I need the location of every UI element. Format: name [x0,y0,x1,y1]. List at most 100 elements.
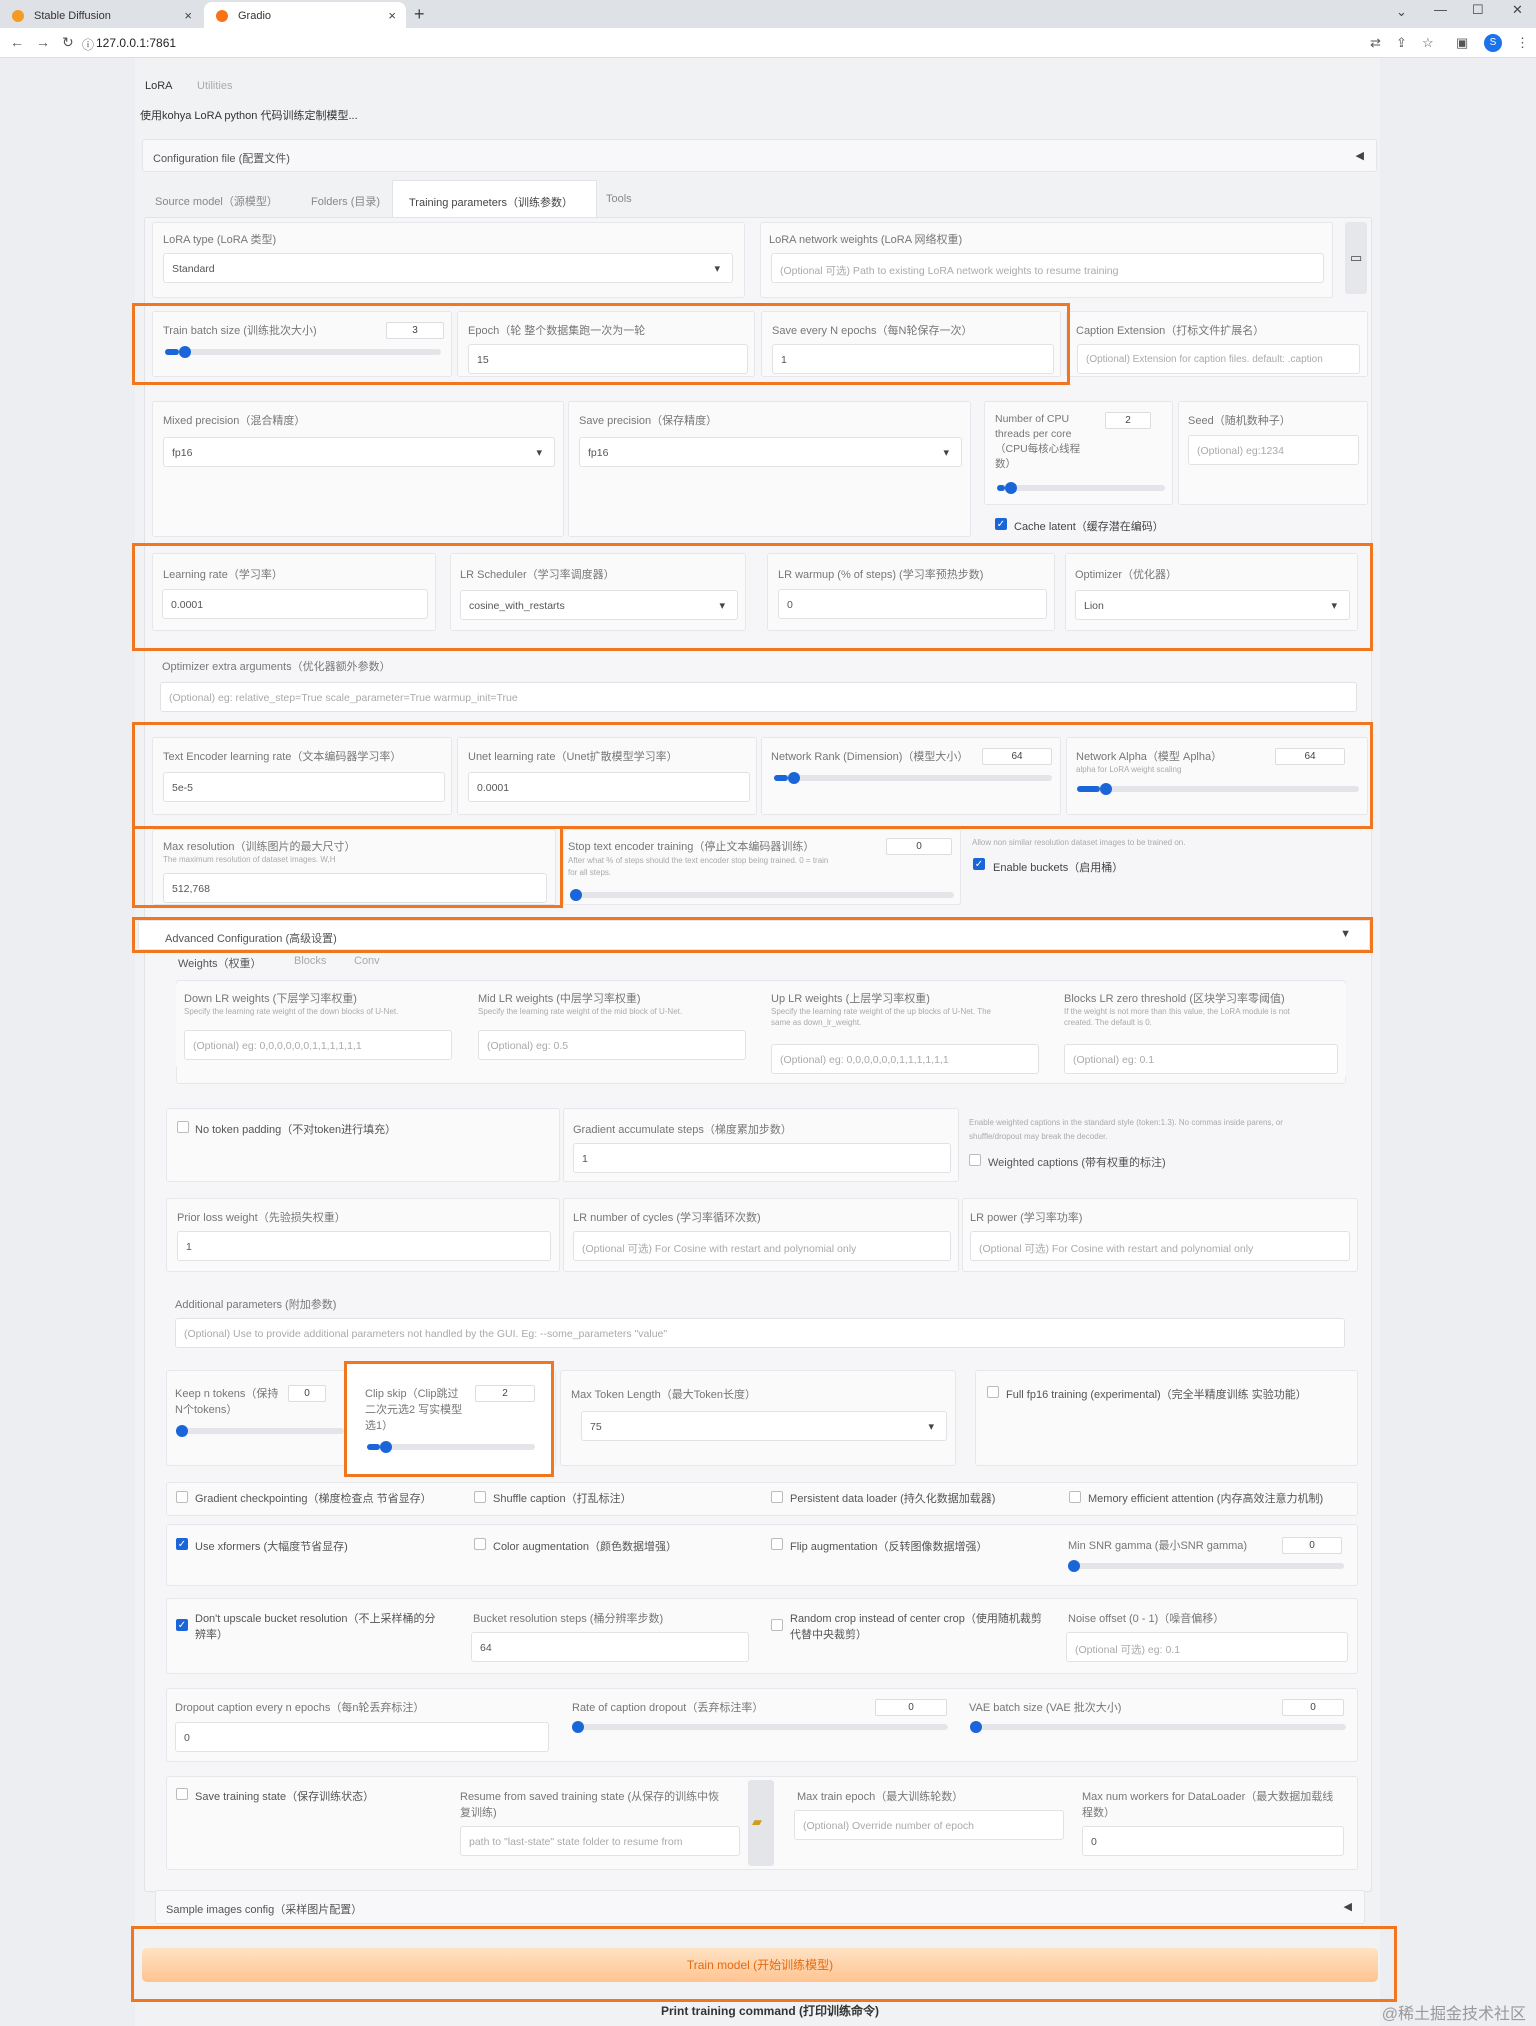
flip-aug-checkbox[interactable] [771,1538,783,1550]
save-precision-select[interactable]: fp16 [579,437,962,467]
seed-input[interactable]: (Optional) eg:1234 [1188,435,1359,465]
mem-eff-attn-checkbox[interactable] [1069,1491,1081,1503]
chevron-down-icon[interactable]: ⌄ [1396,4,1407,20]
config-file-accordion[interactable]: Configuration file (配置文件) ◀ [142,139,1377,172]
cpu-threads-slider[interactable] [997,482,1165,494]
maximize-icon[interactable]: ☐ [1472,2,1484,18]
min-snr-slider[interactable] [1068,1560,1344,1572]
slider-handle[interactable] [572,1721,584,1733]
minimize-icon[interactable]: — [1434,2,1447,17]
no-token-padding-checkbox[interactable] [177,1121,189,1133]
down-lr-input[interactable]: (Optional) eg: 0,0,0,0,0,0,1,1,1,1,1,1 [184,1030,452,1060]
url-text[interactable]: 127.0.0.1:7861 [96,36,176,50]
caption-ext-card: Caption Extension（打标文件扩展名） (Optional) Ex… [1066,311,1368,377]
up-lr-input[interactable]: (Optional) eg: 0,0,0,0,0,0,1,1,1,1,1,1 [771,1044,1039,1074]
max-train-epoch-label: Max train epoch（最大训练轮数） [797,1791,964,1803]
max-token-select[interactable]: 75 [581,1411,947,1441]
stop-text-encoder-slider[interactable] [570,889,954,901]
caption-dropout-rate-number[interactable]: 0 [875,1699,947,1716]
tab-weights[interactable]: Weights（权重） [178,955,262,971]
back-icon[interactable]: ← [10,34,24,50]
max-workers-input[interactable]: 0 [1082,1826,1344,1856]
bookmark-star-icon[interactable]: ☆ [1422,35,1434,51]
weighted-captions-checkbox[interactable] [969,1154,981,1166]
close-icon[interactable]: × [184,8,192,23]
save-state-checkbox[interactable] [176,1788,188,1800]
mixed-precision-select[interactable]: fp16 [163,437,555,467]
enable-buckets-checkbox[interactable]: ✓ [973,858,985,870]
stop-text-encoder-number[interactable]: 0 [886,838,952,855]
min-snr-number[interactable]: 0 [1282,1537,1342,1554]
slider-handle[interactable] [970,1721,982,1733]
persistent-loader-checkbox[interactable] [771,1491,783,1503]
slider-handle[interactable] [570,889,582,901]
forward-icon[interactable]: → [36,34,50,50]
mid-lr-input[interactable]: (Optional) eg: 0.5 [478,1030,746,1060]
tab-source-model[interactable]: Source model（源模型） [155,193,278,209]
use-xformers-checkbox[interactable]: ✓ [176,1538,188,1550]
lr-power-input[interactable]: (Optional 可选) For Cosine with restart an… [970,1231,1350,1261]
caption-dropout-rate-label: Rate of caption dropout（丢弃标注率） [572,1702,764,1714]
info-icon[interactable]: ⓘ [82,36,94,53]
caption-dropout-rate-slider[interactable] [572,1721,948,1733]
resume-input[interactable]: path to "last-state" state folder to res… [460,1826,740,1856]
color-aug-checkbox[interactable] [474,1538,486,1550]
additional-params-input[interactable]: (Optional) Use to provide additional par… [175,1318,1345,1348]
browser-tab-stable-diffusion[interactable]: Stable Diffusion × [0,2,202,28]
vae-batch-number[interactable]: 0 [1282,1699,1344,1716]
tab-lora[interactable]: LoRA [145,80,173,92]
browser-tab-gradio[interactable]: Gradio × [204,2,406,28]
share-icon[interactable]: ⇪ [1396,35,1407,51]
save-state-label: Save training state（保存训练状态） [195,1791,375,1803]
lr-cycles-input[interactable]: (Optional 可选) For Cosine with restart an… [573,1231,951,1261]
resume-folder-button[interactable]: ▰ [748,1780,774,1866]
mid-lr-card: Mid LR weights (中层学习率权重) Specify the lea… [470,982,755,1068]
keep-tokens-slider[interactable] [176,1425,344,1437]
cpu-threads-label: Number of CPU threads per core（CPU每核心线程数… [995,413,1081,470]
tab-folders[interactable]: Folders (目录) [311,193,380,209]
file-picker-button[interactable]: ▭ [1345,222,1367,294]
sample-images-accordion[interactable]: Sample images config（采样图片配置） ◀ [155,1890,1365,1924]
keep-tokens-number[interactable]: 0 [288,1385,326,1402]
new-tab-icon[interactable]: + [414,4,425,25]
down-lr-label: Down LR weights (下层学习率权重) [184,993,357,1005]
color-aug-label: Color augmentation（颜色数据增强） [493,1541,678,1553]
caption-ext-input[interactable]: (Optional) Extension for caption files. … [1077,344,1360,374]
lora-type-card: LoRA type (LoRA 类型) Standard [152,222,745,298]
slider-handle[interactable] [1068,1560,1080,1572]
slider-handle[interactable] [1005,482,1018,494]
slider-handle[interactable] [176,1425,188,1437]
avatar[interactable]: S [1484,34,1502,52]
prior-loss-input[interactable]: 1 [177,1231,551,1261]
tab-tools[interactable]: Tools [606,193,632,205]
lora-type-select[interactable]: Standard [163,253,733,283]
blocks-zero-input[interactable]: (Optional) eg: 0.1 [1064,1044,1338,1074]
tab-conv[interactable]: Conv [354,955,380,967]
translate-icon[interactable]: ⇄ [1370,35,1381,51]
no-upscale-checkbox[interactable]: ✓ [176,1619,188,1631]
reload-icon[interactable]: ↻ [62,34,74,51]
grad-accum-input[interactable]: 1 [573,1143,951,1173]
cache-latent-checkbox[interactable]: ✓ [995,518,1007,530]
close-icon[interactable]: × [388,8,396,23]
sidepanel-icon[interactable]: ▣ [1456,35,1468,51]
noise-offset-input[interactable]: (Optional 可选) eg: 0.1 [1066,1632,1348,1662]
grad-ckpt-checkbox[interactable] [176,1491,188,1503]
random-crop-checkbox[interactable] [771,1619,783,1631]
vae-batch-label: VAE batch size (VAE 批次大小) [969,1702,1122,1714]
full-fp16-checkbox[interactable] [987,1386,999,1398]
cpu-threads-number[interactable]: 2 [1105,412,1151,429]
shuffle-caption-checkbox[interactable] [474,1491,486,1503]
close-window-icon[interactable]: ✕ [1512,2,1523,18]
weighted-captions-sub2: shuffle/dropout may break the decoder. [969,1132,1108,1141]
tab-utilities[interactable]: Utilities [197,80,232,92]
optimizer-extra-input[interactable]: (Optional) eg: relative_step=True scale_… [160,682,1357,712]
print-command-button[interactable]: Print training command (打印训练命令) [560,2002,980,2019]
lora-weights-input[interactable]: (Optional 可选) Path to existing LoRA netw… [771,253,1324,283]
vae-batch-slider[interactable] [970,1721,1346,1733]
tab-blocks[interactable]: Blocks [294,955,326,967]
menu-dots-icon[interactable]: ⋮ [1516,35,1529,51]
max-train-epoch-input[interactable]: (Optional) Override number of epoch [794,1810,1064,1840]
bucket-steps-input[interactable]: 64 [471,1632,749,1662]
dropout-caption-input[interactable]: 0 [175,1722,549,1752]
